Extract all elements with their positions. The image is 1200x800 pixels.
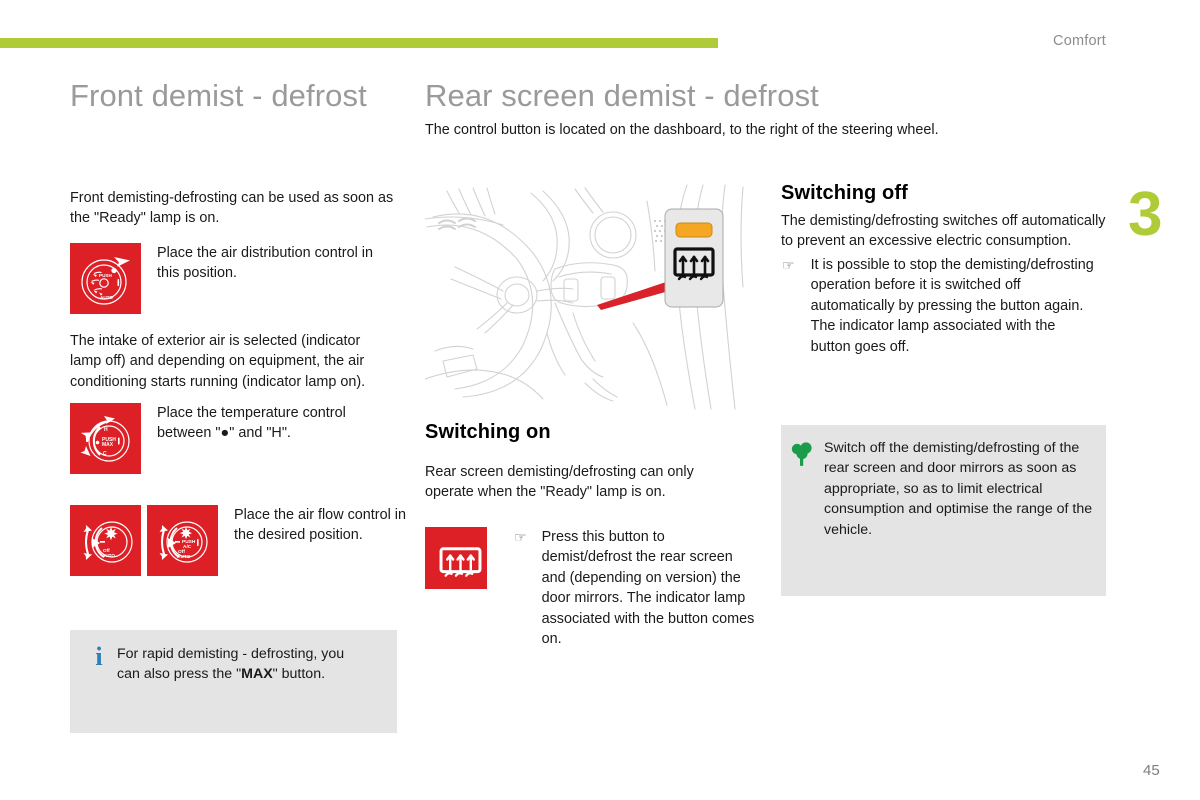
rear-screen-demist-button [664, 208, 724, 308]
air-flow-dial-ac-icon: PUSH A/C Off AUTO [147, 505, 218, 576]
left-lead-paragraph-wrap: Front demisting-defrosting can be used a… [70, 188, 395, 229]
page-number: 45 [1143, 762, 1160, 779]
left-middle-paragraph: The intake of exterior air is selected (… [70, 333, 366, 390]
right-column: Switching off The demisting/defrosting s… [781, 182, 1107, 357]
switching-off-bullet-text: It is possible to stop the demisting/def… [810, 256, 1094, 355]
air-distribution-dial-icon: PUSH AUTO [70, 243, 141, 314]
svg-text:AUTO: AUTO [100, 295, 113, 300]
manual-page: Comfort 3 45 Front demist - defrost Fron… [0, 0, 1200, 800]
temperature-dial-icon: H C PUSH MAX [70, 403, 141, 474]
step-air-distribution: PUSH AUTO Place the air distribution con… [70, 243, 400, 314]
step-air-distribution-text: Place the air distribution control in th… [157, 245, 373, 282]
step-temperature: H C PUSH MAX Place the temperature contr… [70, 403, 400, 474]
eco-callout: Switch off the demisting/defrosting of t… [781, 425, 1106, 596]
left-lead-paragraph: Front demisting-defrosting can be used a… [70, 190, 394, 227]
left-title: Front demist - defrost [70, 78, 367, 113]
left-column: Front demist - defrost [70, 78, 400, 115]
eco-tree-icon [789, 441, 815, 472]
svg-text:AUTO: AUTO [102, 553, 115, 558]
info-callout: i For rapid demisting - defrosting, you … [70, 630, 397, 733]
rear-demist-instruction-text: Press this button to demist/defrost the … [541, 529, 755, 648]
switching-off-heading: Switching off [781, 182, 908, 204]
svg-text:AUTO: AUTO [177, 554, 191, 560]
chapter-number: 3 [1128, 180, 1163, 249]
step-temperature-text: Place the temperature control between "●… [157, 405, 346, 442]
info-callout-text: For rapid demisting - defrosting, you ca… [117, 644, 369, 685]
air-flow-dial-icon: Off AUTO [70, 505, 141, 576]
pointing-hand-icon: ☞ [514, 529, 527, 545]
info-icon: i [95, 642, 103, 671]
svg-text:MAX: MAX [102, 442, 114, 448]
svg-text:C: C [103, 451, 107, 457]
middle-column: Rear screen demist - defrost The control… [425, 78, 939, 140]
step-air-flow-text: Place the air flow control in the desire… [234, 507, 406, 544]
svg-text:PUSH: PUSH [99, 273, 112, 278]
switching-off-paragraph: The demisting/defrosting switches off au… [781, 213, 1106, 250]
middle-subtitle: The control button is located on the das… [425, 121, 939, 138]
rear-demist-icon [425, 527, 487, 589]
info-callout-line: For rapid demisting - defrosting, you ca… [117, 646, 345, 683]
switching-on-block: Switching on Rear screen demisting/defro… [425, 421, 725, 503]
step-air-flow: Off AUTO PUSH A/C Off AUTO Place the air… [70, 505, 410, 576]
switching-on-heading: Switching on [425, 421, 551, 443]
switching-on-paragraph: Rear screen demisting/defrosting can onl… [425, 464, 694, 501]
svg-text:H: H [104, 427, 108, 433]
chapter-label: Comfort [1053, 33, 1106, 49]
left-middle-paragraph-wrap: The intake of exterior air is selected (… [70, 331, 395, 392]
rear-demist-instruction: ☞ Press this button to demist/defrost th… [425, 527, 755, 650]
eco-callout-text: Switch off the demisting/defrosting of t… [824, 440, 1093, 538]
header-accent-bar [0, 38, 718, 48]
middle-title: Rear screen demist - defrost [425, 78, 819, 113]
pointing-hand-icon: ☞ [782, 256, 795, 273]
dashboard-steering-wheel-illustration [425, 183, 755, 411]
